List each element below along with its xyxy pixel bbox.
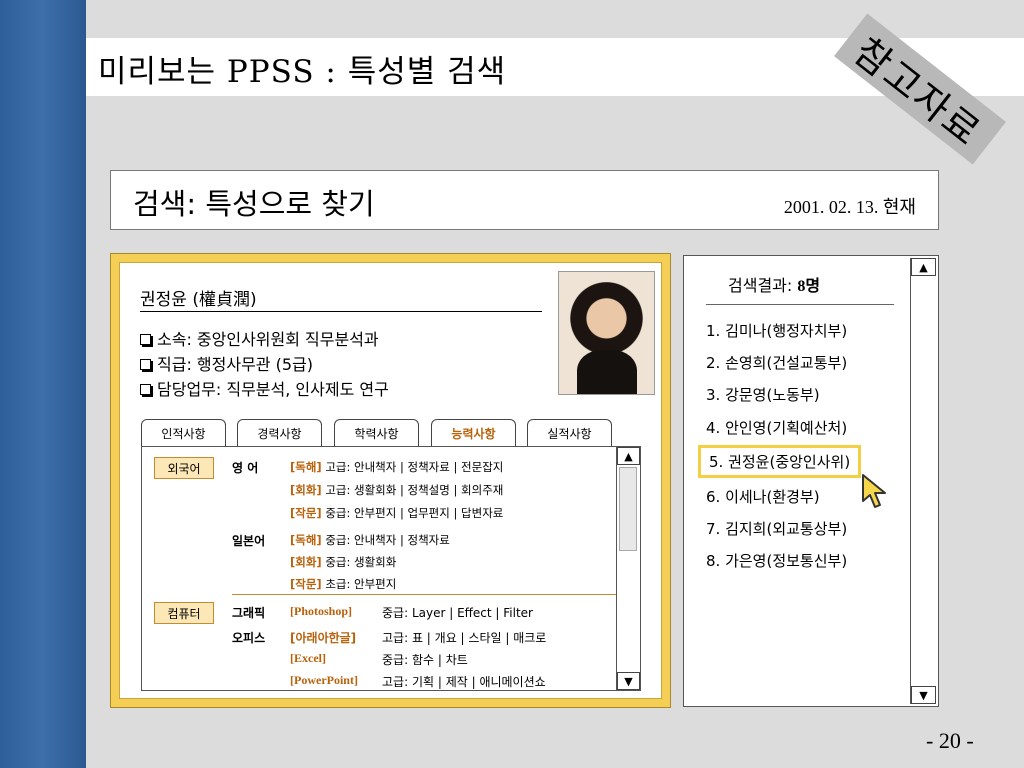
tab-personal[interactable]: 인적사항: [141, 419, 226, 446]
info-text: 직급: 행정사무관 (5급): [157, 355, 313, 374]
result-item-selected[interactable]: 5. 권정윤(중앙인사위): [698, 445, 862, 478]
profile-panel: 권정윤 (權貞潤) 소속: 중앙인사위원회 직무분석과 직급: 행정사무관 (5…: [110, 253, 671, 708]
page-number: - 20 -: [926, 728, 974, 753]
tab-performance[interactable]: 실적사항: [527, 419, 612, 446]
page-title: 미리보는 PPSS : 특성별 검색: [98, 54, 507, 90]
results-count: 8명: [797, 278, 821, 295]
skill-tag: [독해]: [290, 460, 322, 474]
tab-ability[interactable]: 능력사항: [431, 419, 516, 446]
skill-line: [작문] 중급: 안부편지 | 업무편지 | 답변자료: [290, 505, 503, 521]
skill-text: 중급: 안부편지 | 업무편지 | 답변자료: [325, 506, 504, 520]
computer-tag: [PowerPoint]: [290, 673, 358, 687]
scroll-thumb[interactable]: [619, 467, 637, 551]
category-divider: [232, 594, 620, 595]
skill-text: 고급: 안내책자 | 정책자료 | 전문잡지: [325, 460, 504, 474]
ability-scrollbar[interactable]: ▲ ▼: [616, 447, 640, 690]
tab-career[interactable]: 경력사항: [237, 419, 322, 446]
results-divider: [706, 304, 894, 305]
scroll-up-button[interactable]: ▲: [911, 258, 936, 276]
computer-line: [Excel] 중급: 함수 | 차트: [232, 651, 632, 667]
result-item[interactable]: 1. 김미나(행정자치부): [706, 320, 847, 341]
skill-line: [독해] 중급: 안내책자 | 정책자료: [290, 532, 450, 548]
skill-text: 중급: 안내책자 | 정책자료: [325, 533, 450, 547]
skill-text: 중급: 생활회화: [325, 555, 397, 569]
computer-desc: 중급: 함수 | 차트: [382, 653, 468, 667]
skill-text: 초급: 안부편지: [325, 577, 397, 591]
skill-line: [회화] 중급: 생활회화: [290, 554, 396, 570]
skill-line: [독해] 고급: 안내책자 | 정책자료 | 전문잡지: [290, 459, 503, 475]
search-header-date: 2001. 02. 13. 현재: [783, 197, 916, 217]
ability-content: 외국어 영 어 [독해] 고급: 안내책자 | 정책자료 | 전문잡지 [회화]…: [141, 446, 641, 691]
results-title-prefix: 검색결과:: [728, 276, 798, 295]
skill-tag: [회화]: [290, 555, 322, 569]
result-item[interactable]: 6. 이세나(환경부): [706, 486, 820, 507]
skill-tag: [작문]: [290, 577, 322, 591]
left-accent-bar: [0, 0, 86, 768]
computer-group: 오피스: [232, 631, 266, 645]
skill-tag: [회화]: [290, 483, 322, 497]
skill-line: [회화] 고급: 생활회화 | 정책설명 | 회의주재: [290, 482, 503, 498]
profile-info-list: 소속: 중앙인사위원회 직무분석과 직급: 행정사무관 (5급) 담당업무: 직…: [140, 327, 389, 402]
results-scrollbar[interactable]: ▲ ▼: [910, 258, 936, 704]
computer-desc: 중급: Layer | Effect | Filter: [382, 606, 533, 620]
tab-education[interactable]: 학력사항: [334, 419, 419, 446]
computer-tag: [아래아한글]: [290, 631, 357, 645]
info-row-affiliation: 소속: 중앙인사위원회 직무분석과: [140, 327, 389, 352]
scroll-down-button[interactable]: ▼: [911, 686, 936, 704]
profile-name: 권정윤 (權貞潤): [140, 290, 257, 310]
search-results-panel: 검색결과: 8명 1. 김미나(행정자치부) 2. 손영희(건설교통부) 3. …: [683, 255, 939, 707]
result-item[interactable]: 2. 손영희(건설교통부): [706, 352, 847, 373]
category-computer: 컴퓨터: [154, 602, 214, 624]
checkbox-bullet-icon: [140, 384, 151, 395]
profile-card: 권정윤 (權貞潤) 소속: 중앙인사위원회 직무분석과 직급: 행정사무관 (5…: [119, 262, 662, 699]
skill-text: 고급: 생활회화 | 정책설명 | 회의주재: [325, 483, 504, 497]
computer-group: 그래픽: [232, 606, 266, 620]
profile-photo: [558, 271, 655, 395]
skill-tag: [독해]: [290, 533, 322, 547]
result-item[interactable]: 7. 김지희(외교통상부): [706, 518, 847, 539]
language-english: 영 어: [232, 461, 259, 475]
info-text: 담당업무: 직무분석, 인사제도 연구: [157, 380, 389, 399]
search-header: 검색: 특성으로 찾기 2001. 02. 13. 현재: [110, 170, 939, 230]
info-row-rank: 직급: 행정사무관 (5급): [140, 352, 389, 377]
computer-tag: [Photoshop]: [290, 604, 353, 618]
skill-tag: [작문]: [290, 506, 322, 520]
result-item[interactable]: 3. 강문영(노동부): [706, 384, 820, 405]
scroll-down-button[interactable]: ▼: [617, 672, 640, 690]
checkbox-bullet-icon: [140, 334, 151, 345]
category-foreign-language: 외국어: [154, 457, 214, 479]
info-row-duty: 담당업무: 직무분석, 인사제도 연구: [140, 377, 389, 402]
result-item[interactable]: 8. 가은영(정보통신부): [706, 550, 847, 571]
arrow-cursor-icon: [862, 474, 886, 508]
computer-desc: 고급: 표 | 개요 | 스타일 | 매크로: [382, 631, 547, 645]
results-title: 검색결과: 8명: [728, 272, 820, 296]
language-japanese: 일본어: [232, 534, 266, 548]
info-text: 소속: 중앙인사위원회 직무분석과: [157, 330, 379, 349]
result-item[interactable]: 4. 안인영(기획예산처): [706, 417, 847, 438]
search-header-title: 검색: 특성으로 찾기: [133, 187, 375, 221]
computer-line: 오피스 [아래아한글] 고급: 표 | 개요 | 스타일 | 매크로: [232, 629, 632, 645]
computer-desc: 고급: 기획 | 제작 | 애니메이션쇼: [382, 675, 546, 689]
name-divider: [140, 311, 542, 312]
computer-line: [PowerPoint] 고급: 기획 | 제작 | 애니메이션쇼: [232, 673, 632, 689]
skill-line: [작문] 초급: 안부편지: [290, 576, 396, 592]
checkbox-bullet-icon: [140, 359, 151, 370]
computer-tag: [Excel]: [290, 651, 326, 665]
computer-line: 그래픽 [Photoshop] 중급: Layer | Effect | Fil…: [232, 604, 632, 620]
scroll-up-button[interactable]: ▲: [617, 447, 640, 465]
